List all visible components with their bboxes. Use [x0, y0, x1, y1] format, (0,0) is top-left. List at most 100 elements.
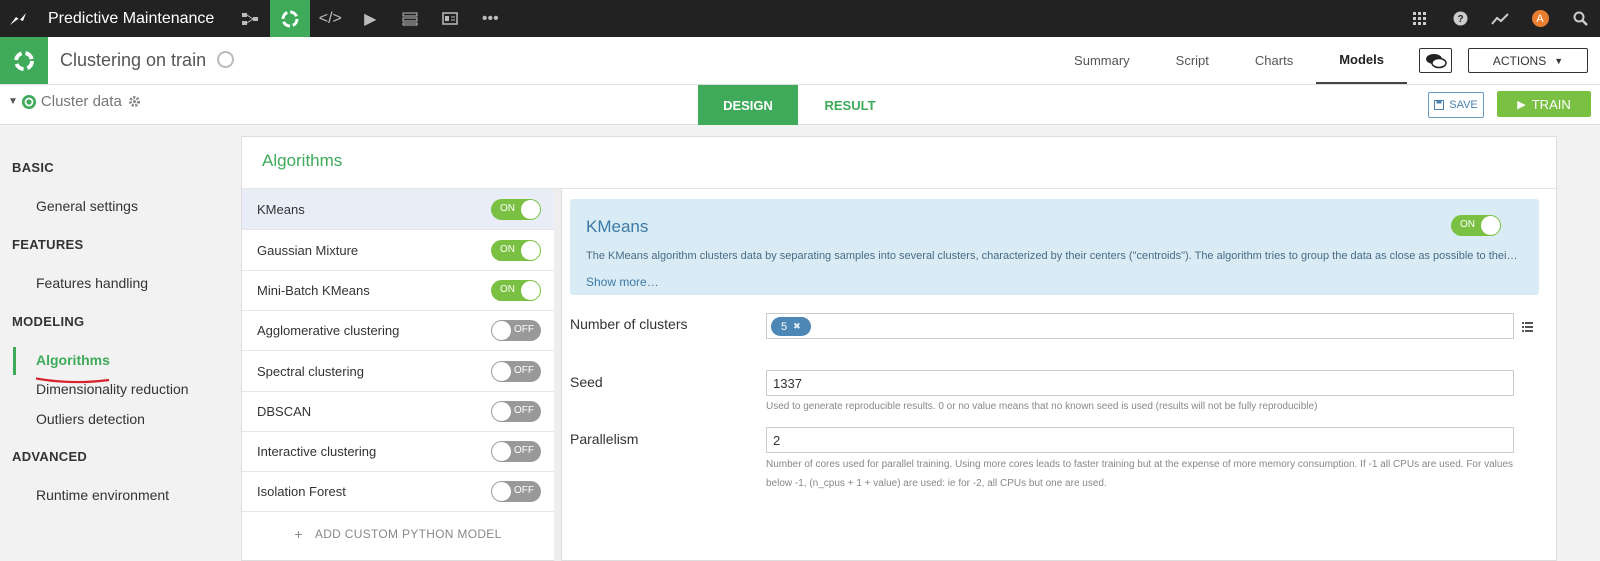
caret-down-icon[interactable]: ▼ — [8, 96, 18, 107]
card-title: Algorithms — [262, 151, 343, 170]
search-icon[interactable] — [1560, 0, 1600, 37]
algorithm-name: Gaussian Mixture — [257, 242, 359, 258]
toggle-label: OFF — [514, 445, 534, 456]
breadcrumb[interactable]: ▼ Cluster data — [8, 93, 141, 110]
more-icon[interactable]: ••• — [470, 0, 510, 37]
algorithm-toggle[interactable]: OFF — [491, 401, 541, 422]
gear-icon[interactable] — [128, 95, 141, 108]
section-advanced: ADVANCED — [12, 449, 88, 464]
apps-grid-icon[interactable] — [1400, 0, 1440, 37]
seed-label: Seed — [570, 374, 603, 390]
algorithm-toggle[interactable]: ON — [491, 199, 541, 220]
sidebar-item-runtime-environment[interactable]: Runtime environment — [36, 487, 169, 503]
toggle-knob — [492, 402, 511, 421]
list-item[interactable]: Mini-Batch KMeans ON — [242, 270, 554, 311]
dashboard-icon[interactable] — [430, 0, 470, 37]
datasets-icon[interactable] — [390, 0, 430, 37]
list-item[interactable]: Isolation Forest OFF — [242, 471, 554, 512]
tab-summary[interactable]: Summary — [1051, 37, 1153, 84]
toggle-knob — [1481, 216, 1500, 235]
save-button[interactable]: SAVE — [1428, 92, 1484, 118]
algorithm-name: DBSCAN — [257, 403, 312, 419]
toggle-knob — [521, 200, 540, 219]
list-item[interactable]: Spectral clustering OFF — [242, 351, 554, 392]
save-label: SAVE — [1449, 99, 1478, 111]
toggle-knob — [521, 241, 540, 260]
algorithm-name: Isolation Forest — [257, 483, 346, 499]
algorithm-name: Mini-Batch KMeans — [257, 282, 370, 298]
dataiku-logo-icon[interactable] — [0, 0, 36, 37]
number-of-clusters-label: Number of clusters — [570, 316, 688, 332]
algorithm-toggle[interactable]: OFF — [491, 361, 541, 382]
algorithm-toggle[interactable]: ON — [491, 240, 541, 261]
show-more-link[interactable]: Show more… — [586, 275, 659, 289]
project-name[interactable]: Predictive Maintenance — [48, 10, 214, 28]
seed-input[interactable]: 1337 — [766, 370, 1514, 396]
seed-help-text: Used to generate reproducible results. 0… — [766, 401, 1318, 412]
list-item[interactable]: Gaussian Mixture ON — [242, 230, 554, 271]
svg-text:?: ? — [1457, 14, 1463, 25]
sidebar-item-dimensionality-reduction[interactable]: Dimensionality reduction — [36, 381, 189, 397]
sidebar-item-features-handling[interactable]: Features handling — [36, 275, 148, 291]
list-mode-icon[interactable] — [1522, 321, 1533, 335]
edit-compass-icon[interactable] — [217, 51, 234, 68]
algorithm-name: Spectral clustering — [257, 363, 364, 379]
add-custom-python-model-button[interactable]: + ADD CUSTOM PYTHON MODEL — [242, 519, 554, 549]
tab-result[interactable]: RESULT — [800, 85, 900, 125]
list-item[interactable]: Agglomerative clustering OFF — [242, 310, 554, 351]
flow-icon[interactable] — [230, 0, 270, 37]
avatar[interactable]: A — [1520, 0, 1560, 37]
scrollbar[interactable] — [554, 189, 561, 561]
help-icon[interactable]: ? — [1440, 0, 1480, 37]
floppy-icon — [1434, 100, 1445, 110]
algorithm-toggle[interactable]: OFF — [491, 320, 541, 341]
caret-down-icon: ▼ — [1554, 55, 1564, 66]
parallelism-label: Parallelism — [570, 431, 639, 447]
sidebar-item-outliers-detection[interactable]: Outliers detection — [36, 411, 145, 427]
play-icon[interactable]: ▶ — [350, 0, 390, 37]
number-of-clusters-input[interactable]: 5 ✖ — [766, 313, 1514, 339]
algorithm-info-box: KMeans ON The KMeans algorithm clusters … — [570, 199, 1539, 295]
toggle-knob — [521, 281, 540, 300]
sub-header: ▼ Cluster data DESIGN RESULT SAVE ▶ TRAI… — [0, 85, 1600, 125]
remove-x-icon[interactable]: ✖ — [793, 321, 801, 332]
list-item[interactable]: Interactive clustering OFF — [242, 431, 554, 472]
code-icon[interactable]: </> — [310, 0, 350, 37]
breadcrumb-label[interactable]: Cluster data — [41, 93, 122, 110]
algorithm-toggle[interactable]: OFF — [491, 481, 541, 502]
object-header: Clustering on train Summary Script Chart… — [0, 37, 1600, 85]
sidebar-item-general-settings[interactable]: General settings — [36, 198, 138, 214]
toggle-label: OFF — [514, 485, 534, 496]
toggle-knob — [492, 442, 511, 461]
toggle-label: OFF — [514, 324, 534, 335]
analysis-title[interactable]: Clustering on train — [60, 50, 206, 71]
algorithm-name: Agglomerative clustering — [257, 322, 400, 338]
tab-design[interactable]: DESIGN — [698, 85, 798, 125]
tab-models[interactable]: Models — [1316, 37, 1407, 84]
train-button[interactable]: ▶ TRAIN — [1497, 91, 1591, 117]
top-navbar: Predictive Maintenance </> ▶ ••• ? A — [0, 0, 1600, 37]
algorithm-toggle[interactable]: OFF — [491, 441, 541, 462]
list-item[interactable]: KMeans ON — [242, 189, 554, 230]
algorithm-title: KMeans — [586, 217, 649, 236]
lab-icon[interactable] — [270, 0, 311, 37]
play-icon: ▶ — [1517, 98, 1526, 111]
parallelism-input[interactable]: 2 — [766, 427, 1514, 453]
clustering-icon — [0, 37, 48, 84]
actions-dropdown-button[interactable]: ACTIONS ▼ — [1468, 48, 1588, 73]
toggle-label: OFF — [514, 365, 534, 376]
tab-charts[interactable]: Charts — [1232, 37, 1316, 84]
tab-script[interactable]: Script — [1153, 37, 1232, 84]
algorithm-toggle[interactable]: ON — [491, 280, 541, 301]
sidebar-item-algorithms[interactable]: Algorithms — [36, 352, 110, 368]
algorithm-enable-toggle[interactable]: ON — [1451, 215, 1501, 236]
algorithm-description: The KMeans algorithm clusters data by se… — [586, 250, 1521, 262]
chip-value: 5 — [781, 320, 788, 333]
list-item[interactable]: DBSCAN OFF — [242, 391, 554, 432]
toggle-label: ON — [1460, 219, 1475, 230]
actions-label: ACTIONS — [1492, 53, 1547, 68]
train-label: TRAIN — [1531, 96, 1571, 112]
trend-icon[interactable] — [1480, 0, 1520, 37]
value-chip[interactable]: 5 ✖ — [771, 317, 811, 336]
discussions-button[interactable] — [1419, 48, 1452, 73]
